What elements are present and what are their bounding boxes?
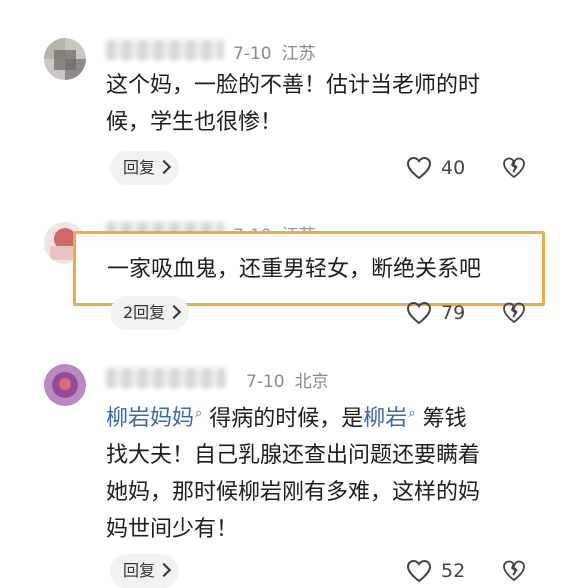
comment-line: 找大夫！自己乳腺还查出问题还要瞒着: [106, 443, 481, 469]
username-blurred[interactable]: [106, 368, 226, 388]
broken-heart-icon: [503, 157, 525, 178]
highlight-box: 一家吸血鬼，还重男轻女，断绝关系吧: [73, 231, 545, 306]
comment-meta: 7-10 江苏: [233, 39, 316, 64]
reply-button[interactable]: 回复: [110, 554, 180, 588]
reply-label: 2回复: [123, 303, 166, 322]
comment-text: 这个妈，一脸的不善！估计当老师的时 候，学生也很惨！: [106, 67, 526, 141]
mention-link[interactable]: 柳岩妈妈⌕: [106, 406, 202, 431]
avatar[interactable]: [44, 38, 86, 80]
dislike-button[interactable]: [502, 301, 526, 325]
comment-line: 这个妈，一脸的不善！估计当老师的时: [106, 73, 481, 98]
like-count: 52: [441, 560, 466, 582]
comment-line: 妈世间少有！: [106, 517, 239, 543]
avatar[interactable]: [44, 364, 86, 406]
comment-line: 她妈，那时候柳岩刚有多难，这样的妈: [106, 480, 481, 506]
chevron-right-icon: [156, 562, 172, 578]
dislike-button[interactable]: [502, 559, 526, 583]
like-count: 40: [441, 157, 466, 179]
search-icon: ⌕: [408, 406, 416, 421]
reply-button[interactable]: 回复: [110, 151, 180, 185]
mention-link[interactable]: 柳岩⌕: [363, 406, 415, 431]
comment-date: 7-10: [246, 372, 285, 392]
like-button[interactable]: 79: [406, 298, 465, 328]
heart-outline-icon: [406, 156, 432, 180]
comment-date: 7-10: [233, 44, 272, 64]
chevron-right-icon: [156, 159, 172, 175]
reply-button[interactable]: 2回复: [110, 296, 190, 330]
reply-label: 回复: [123, 158, 156, 177]
comment-text: 柳岩妈妈⌕ 得病的时候，是柳岩⌕ 筹钱 找大夫！自己乳腺还查出问题还要瞒着 她妈…: [106, 395, 526, 548]
broken-heart-icon: [503, 560, 525, 581]
comment-location: 北京: [294, 372, 329, 392]
like-count: 79: [441, 302, 466, 324]
like-button[interactable]: 52: [406, 556, 465, 586]
comment-line: 候，学生也很惨！: [106, 110, 283, 135]
comment-text: 一家吸血鬼，还重男轻女，断绝关系吧: [107, 257, 482, 282]
reply-label: 回复: [123, 561, 156, 580]
comment-location: 江苏: [281, 44, 316, 64]
comment-meta: 7-10 北京: [246, 367, 329, 392]
broken-heart-icon: [503, 302, 525, 323]
comment-line-1: 柳岩妈妈⌕ 得病的时候，是柳岩⌕ 筹钱: [106, 406, 467, 432]
heart-outline-icon: [406, 559, 432, 583]
username-blurred[interactable]: [106, 40, 224, 60]
chevron-right-icon: [167, 304, 182, 320]
heart-outline-icon: [406, 301, 432, 325]
like-button[interactable]: 40: [406, 153, 465, 183]
dislike-button[interactable]: [502, 156, 526, 180]
